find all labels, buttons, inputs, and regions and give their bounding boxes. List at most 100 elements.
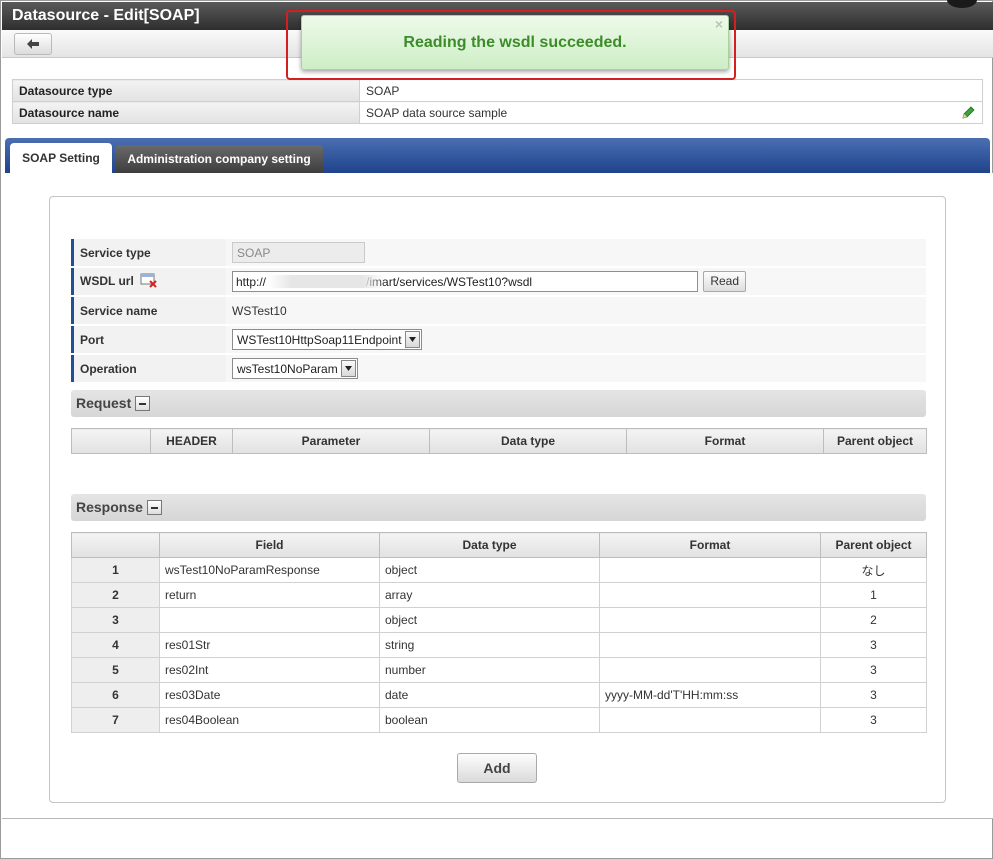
row-number: 4 — [71, 632, 160, 658]
datasource-name-label: Datasource name — [12, 101, 360, 124]
table-row[interactable]: 6 res03Date date yyyy-MM-dd'T'HH:mm:ss 3 — [71, 682, 927, 708]
row-data-type: array — [379, 582, 600, 608]
table-row[interactable]: 7 res04Boolean boolean 3 — [71, 707, 927, 733]
minus-icon[interactable] — [135, 395, 151, 411]
row-field: res04Boolean — [159, 707, 380, 733]
row-field: return — [159, 582, 380, 608]
row-number: 1 — [71, 557, 160, 583]
tab-bar: SOAP Setting Administration company sett… — [5, 138, 990, 174]
row-format — [599, 632, 821, 658]
row-field: wsTest10NoParamResponse — [159, 557, 380, 583]
success-toast: Reading the wsdl succeeded. × — [301, 15, 729, 70]
chevron-down-icon — [404, 331, 420, 348]
soap-setting-panel: Service type WSDL url — [49, 196, 946, 803]
response-col-format: Format — [599, 532, 821, 558]
port-row: Port WSTest10HttpSoap11Endpoint — [71, 326, 926, 353]
port-label: Port — [71, 326, 226, 353]
row-number: 7 — [71, 707, 160, 733]
row-number: 2 — [71, 582, 160, 608]
row-format: yyyy-MM-dd'T'HH:mm:ss — [599, 682, 821, 708]
port-select[interactable]: WSTest10HttpSoap11Endpoint — [232, 329, 422, 350]
row-field — [159, 607, 380, 633]
close-icon[interactable]: × — [715, 17, 723, 31]
port-select-value: WSTest10HttpSoap11Endpoint — [237, 332, 402, 347]
row-field: res03Date — [159, 682, 380, 708]
wsdl-url-label-cell: WSDL url — [71, 268, 226, 295]
request-col-index — [71, 428, 151, 454]
operation-select-value: wsTest10NoParam — [237, 361, 338, 376]
wsdl-url-row: WSDL url http:// /imart/services/WSTest1… — [71, 268, 926, 295]
datasource-name-value: SOAP data source sample — [366, 105, 508, 120]
row-parent-object: 3 — [820, 657, 927, 683]
row-data-type: object — [379, 607, 600, 633]
row-field: res01Str — [159, 632, 380, 658]
row-format — [599, 657, 821, 683]
request-title: Request — [76, 395, 132, 411]
row-format — [599, 707, 821, 733]
trash-delete-icon[interactable] — [140, 273, 158, 291]
page-title: Datasource - Edit[SOAP] — [12, 7, 200, 24]
row-data-type: string — [379, 632, 600, 658]
operation-row: Operation wsTest10NoParam — [71, 355, 926, 382]
datasource-type-label: Datasource type — [12, 79, 360, 102]
tab-content: Service type WSDL url — [2, 173, 993, 819]
back-button[interactable] — [14, 33, 52, 55]
row-format — [599, 582, 821, 608]
add-button[interactable]: Add — [457, 753, 537, 783]
row-format — [599, 607, 821, 633]
response-col-index — [71, 532, 160, 558]
service-name-row: Service name WSTest10 — [71, 297, 926, 324]
response-col-data-type: Data type — [379, 532, 600, 558]
row-field: res02Int — [159, 657, 380, 683]
redacted-host — [268, 275, 386, 288]
request-col-parameter: Parameter — [232, 428, 430, 454]
operation-label: Operation — [71, 355, 226, 382]
row-parent-object: 3 — [820, 632, 927, 658]
row-parent-object: 1 — [820, 582, 927, 608]
toast-message: Reading the wsdl succeeded. — [403, 33, 627, 51]
datasource-name-cell: SOAP data source sample — [359, 101, 983, 124]
window-frame: Datasource - Edit[SOAP] Datasource type … — [0, 0, 993, 859]
request-section-header: Request — [71, 390, 926, 417]
datasource-type-value: SOAP — [359, 79, 983, 102]
row-number: 3 — [71, 607, 160, 633]
request-col-parent-object: Parent object — [823, 428, 927, 454]
row-data-type: number — [379, 657, 600, 683]
service-name-value: WSTest10 — [226, 297, 926, 324]
datasource-info-table: Datasource type SOAP Datasource name SOA… — [12, 79, 983, 124]
service-type-field — [232, 242, 365, 263]
row-parent-object: 3 — [820, 707, 927, 733]
row-data-type: object — [379, 557, 600, 583]
table-row[interactable]: 1 wsTest10NoParamResponse object なし — [71, 557, 927, 583]
service-type-row: Service type — [71, 239, 926, 266]
response-section-header: Response — [71, 494, 926, 521]
response-header-row: Field Data type Format Parent object — [71, 532, 927, 558]
request-table: HEADER Parameter Data type Format Parent… — [71, 428, 927, 454]
response-title: Response — [76, 499, 143, 515]
service-type-label: Service type — [71, 239, 226, 266]
table-row[interactable]: 5 res02Int number 3 — [71, 657, 927, 683]
pencil-icon[interactable] — [960, 105, 976, 124]
soap-form: Service type WSDL url — [71, 237, 926, 384]
request-col-format: Format — [626, 428, 824, 454]
row-parent-object: 2 — [820, 607, 927, 633]
table-row[interactable]: 3 object 2 — [71, 607, 927, 633]
row-number: 6 — [71, 682, 160, 708]
minus-icon[interactable] — [146, 499, 162, 515]
chevron-down-icon — [340, 360, 356, 377]
operation-select[interactable]: wsTest10NoParam — [232, 358, 358, 379]
response-table: Field Data type Format Parent object 1 w… — [71, 532, 927, 733]
response-col-parent-object: Parent object — [820, 532, 927, 558]
back-arrow-icon — [27, 39, 39, 49]
row-data-type: date — [379, 682, 600, 708]
tab-soap-setting[interactable]: SOAP Setting — [10, 143, 112, 174]
service-name-label: Service name — [71, 297, 226, 324]
row-parent-object: なし — [820, 557, 927, 583]
table-row[interactable]: 4 res01Str string 3 — [71, 632, 927, 658]
tab-administration-company-setting[interactable]: Administration company setting — [115, 145, 323, 174]
row-data-type: boolean — [379, 707, 600, 733]
table-row[interactable]: 2 return array 1 — [71, 582, 927, 608]
success-toast-highlight: Reading the wsdl succeeded. × — [286, 10, 736, 80]
read-button[interactable]: Read — [703, 271, 747, 292]
row-parent-object: 3 — [820, 682, 927, 708]
